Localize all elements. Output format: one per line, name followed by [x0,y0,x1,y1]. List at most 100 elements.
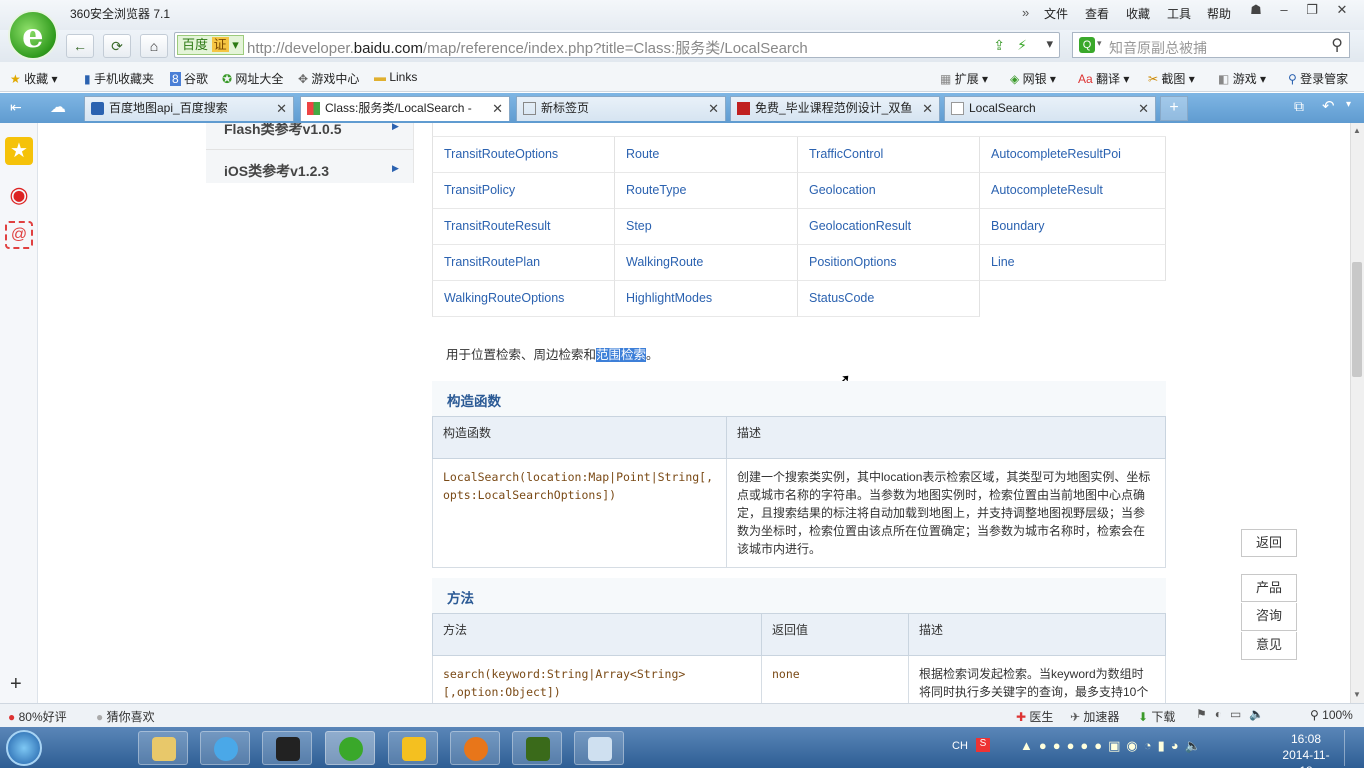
url-text[interactable]: http://developer.baidu.com/map/reference… [247,37,808,58]
home-button[interactable]: ⌂ [140,34,168,58]
class-link[interactable]: TransitRouteOptions [444,147,558,161]
maximize-button[interactable]: ❐ [1300,2,1324,22]
menu-view[interactable]: 查看 [1085,5,1109,22]
status-tool-icons[interactable]: ⚑◐▭🔈 [1196,707,1272,721]
taskbar-qq-browser[interactable] [200,731,250,765]
tool-extensions[interactable]: ▦ 扩展 ▾ [940,70,988,87]
scrollbar-thumb[interactable] [1352,262,1362,377]
show-desktop-button[interactable] [1344,730,1362,766]
search-box[interactable]: Q ▾ 知音原副总被捕 ⚲ [1072,32,1350,58]
search-input[interactable]: 知音原副总被捕 [1109,38,1207,58]
tab-close-icon[interactable]: ✕ [276,97,287,120]
bookmark-favorites[interactable]: ★ 收藏 ▾ [10,70,57,87]
cert-badge[interactable]: 百度 证 ▾ [177,35,244,55]
vertical-scrollbar[interactable] [1350,123,1364,703]
menu-favorites[interactable]: 收藏 [1126,5,1150,22]
add-sidebar-icon[interactable]: + [10,673,22,696]
class-link[interactable]: TrafficControl [809,147,883,161]
email-icon[interactable]: @ [5,221,33,249]
guess-item[interactable]: ● 猜你喜欢 [96,708,155,725]
sidebar-item-ios[interactable]: iOS类参考v1.2.3 [224,161,329,181]
class-link[interactable]: Line [991,255,1015,269]
close-window-button[interactable]: ✕ [1330,2,1354,22]
tab-baidu-search[interactable]: 百度地图api_百度搜索 ✕ [84,96,294,121]
bookmark-sites[interactable]: ✪ 网址大全 [222,70,283,87]
taskbar-sogou[interactable] [388,731,438,765]
address-bar[interactable]: 百度 证 ▾ http://developer.baidu.com/map/re… [174,32,1060,58]
status-download[interactable]: ⬇ 下载 [1138,708,1175,725]
search-engine-icon[interactable]: Q [1079,37,1095,53]
scroll-up-icon[interactable]: ▲ [1353,126,1361,135]
taskbar-photo[interactable] [262,731,312,765]
tool-games[interactable]: ◧ 游戏 ▾ [1218,70,1266,87]
more-chevron-icon[interactable]: » [1022,5,1029,20]
share-icon[interactable]: ⇪ [993,37,1005,54]
class-link[interactable]: Geolocation [809,183,876,197]
ime-indicator[interactable]: CH [952,740,968,752]
class-link[interactable]: TransitPolicy [444,183,515,197]
zoom-control[interactable]: ⚲ 100% [1310,708,1353,722]
taskbar-explorer[interactable] [138,731,188,765]
window-list-icon[interactable]: ⧉ [1294,98,1304,115]
skin-icon[interactable]: ☗ [1244,2,1268,22]
tray-icons[interactable]: ▲●●●●●▣◉◔▮◕🔈 [1020,738,1207,754]
new-tab-button[interactable]: + [1160,96,1188,121]
tab-localsearch-class[interactable]: Class:服务类/LocalSearch - ✕ [300,96,510,121]
tool-screenshot[interactable]: ✂ 截图 ▾ [1148,70,1195,87]
sidebar-item-flash[interactable]: Flash类参考v1.0.5 [224,123,342,139]
search-icon[interactable]: ⚲ [1331,35,1343,55]
weibo-icon[interactable]: ◉ [5,181,33,209]
taskbar-dreamweaver[interactable] [512,731,562,765]
back-button[interactable]: ← [66,34,94,58]
class-link[interactable]: Boundary [991,219,1045,233]
class-link[interactable]: AutocompleteResultPoi [991,147,1121,161]
tool-bank[interactable]: ◈ 网银 ▾ [1010,70,1056,87]
scroll-down-icon[interactable]: ▼ [1353,690,1361,699]
back-to-top-button[interactable]: 返回 [1241,529,1297,557]
menu-help[interactable]: 帮助 [1207,5,1231,22]
engine-dropdown-icon[interactable]: ▾ [1097,38,1102,49]
tab-localsearch[interactable]: LocalSearch ✕ [944,96,1156,121]
class-link[interactable]: RouteType [626,183,686,197]
bookmark-mobile[interactable]: ▮ 手机收藏夹 [84,70,154,87]
tab-close-icon[interactable]: ✕ [1138,97,1149,120]
tab-close-icon[interactable]: ✕ [492,97,503,120]
tab-close-icon[interactable]: ✕ [922,97,933,120]
class-link[interactable]: TransitRoutePlan [444,255,540,269]
tab-free-course[interactable]: 免费_毕业课程范例设计_双鱼 ✕ [730,96,940,121]
product-button[interactable]: 产品 [1241,574,1297,602]
class-link[interactable]: WalkingRouteOptions [444,291,564,305]
sogou-ime-icon[interactable]: S [976,738,990,752]
taskbar-360-browser[interactable] [325,731,375,765]
status-doctor[interactable]: ✚ 医生 [1016,708,1053,725]
browser-logo-icon[interactable]: e [8,10,58,60]
system-clock[interactable]: 16:08 2014-11-18 [1276,731,1336,779]
rating-item[interactable]: ● 80%好评 [8,708,67,725]
class-link[interactable]: PositionOptions [809,255,897,269]
tab-menu-icon[interactable]: ▾ [1346,99,1351,110]
minimize-button[interactable]: – [1272,2,1296,22]
class-link[interactable]: Step [626,219,652,233]
class-link[interactable]: Route [626,147,659,161]
bookmark-games[interactable]: ✥ 游戏中心 [298,70,359,87]
class-link[interactable]: TransitRouteResult [444,219,551,233]
start-button[interactable] [6,730,42,766]
dropdown-icon[interactable]: ▾ [1046,36,1053,52]
bookmark-google[interactable]: 8 谷歌 [170,70,208,87]
class-link[interactable]: WalkingRoute [626,255,703,269]
class-link[interactable]: HighlightModes [626,291,712,305]
refresh-button[interactable]: ⟳ [103,34,131,58]
tab-new-tab[interactable]: 新标签页 ✕ [516,96,726,121]
consult-button[interactable]: 咨询 [1241,603,1297,631]
cloud-icon[interactable]: ☁ [50,97,66,117]
lightning-icon[interactable]: ⚡ [1017,37,1027,54]
class-link[interactable]: StatusCode [809,291,874,305]
taskbar-notepad[interactable] [574,731,624,765]
menu-tools[interactable]: 工具 [1167,5,1191,22]
menu-file[interactable]: 文件 [1044,5,1068,22]
class-link[interactable]: GeolocationResult [809,219,911,233]
tab-close-icon[interactable]: ✕ [708,97,719,120]
class-link[interactable]: AutocompleteResult [991,183,1103,197]
undo-close-icon[interactable]: ↶ [1322,97,1335,115]
bookmark-links[interactable]: ▬ Links [374,70,417,84]
